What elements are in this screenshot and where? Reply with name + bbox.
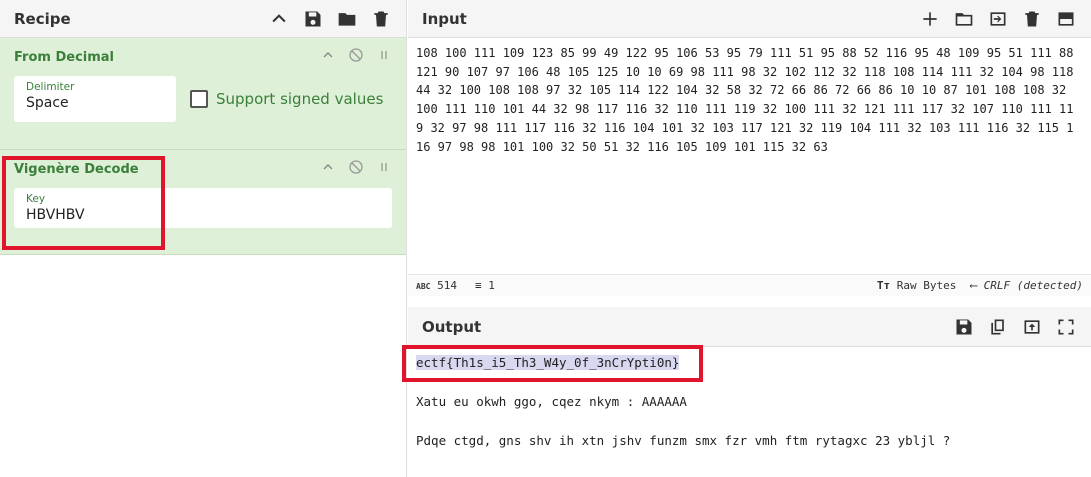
output-line: Pdqe ctgd, gns shv ih xtn jshv funzm smx…: [416, 433, 951, 448]
copy-icon[interactable]: [987, 316, 1009, 338]
key-field[interactable]: Key HBVHBV: [14, 188, 392, 228]
eol-indicator[interactable]: ⟵ CRLF (detected): [970, 279, 1083, 292]
recipe-panel: Recipe From Decimal Delimiter Space Supp…: [0, 0, 407, 477]
input-title: Input: [422, 9, 467, 28]
recipe-header: Recipe: [0, 0, 406, 38]
output-header: Output: [408, 307, 1091, 347]
disable-icon[interactable]: [348, 47, 364, 67]
chevron-up-icon[interactable]: [268, 8, 290, 30]
recipe-title: Recipe: [14, 9, 71, 28]
support-signed-checkbox[interactable]: Support signed values: [190, 90, 383, 108]
pause-icon[interactable]: [376, 47, 392, 67]
operation-title: Vigenère Decode: [14, 161, 139, 177]
recipe-toolbar: [268, 8, 392, 30]
output-title: Output: [422, 317, 482, 336]
operation-header: Vigenère Decode: [0, 150, 406, 188]
operation-from-decimal: From Decimal Delimiter Space Support sig…: [0, 38, 406, 150]
input-toolbar: [919, 8, 1077, 30]
output-line-flag: ectf{Th1s_i5_Th3_W4y_0f_3nCrYpti0n}: [416, 355, 680, 370]
checkbox-label: Support signed values: [216, 90, 384, 108]
trash-icon[interactable]: [370, 8, 392, 30]
char-count: ABC 514: [416, 279, 457, 292]
chevron-up-icon[interactable]: [320, 159, 336, 179]
pause-icon[interactable]: [376, 159, 392, 179]
operation-controls: [320, 159, 392, 179]
save-icon[interactable]: [302, 8, 324, 30]
folder-icon[interactable]: [953, 8, 975, 30]
import-icon[interactable]: [987, 8, 1009, 30]
layout-icon[interactable]: [1055, 8, 1077, 30]
output-toolbar: [953, 316, 1077, 338]
key-label: Key: [26, 193, 46, 205]
chevron-up-icon[interactable]: [320, 47, 336, 67]
line-count: ≡ 1: [474, 279, 495, 292]
operation-controls: [320, 47, 392, 67]
input-panel: Input 108 100 111 109 123 85 99 49 122 9…: [408, 0, 1091, 297]
disable-icon[interactable]: [348, 159, 364, 179]
output-panel: Output ectf{Th1s_i5_Th3_W4y_0f_3nCrYpti0…: [402, 307, 1091, 477]
delimiter-label: Delimiter: [26, 81, 75, 93]
output-text[interactable]: ectf{Th1s_i5_Th3_W4y_0f_3nCrYpti0n} Xatu…: [416, 353, 950, 451]
input-header: Input: [408, 0, 1091, 38]
raw-bytes-toggle[interactable]: Tт Raw Bytes: [877, 279, 956, 292]
input-status-bar: ABC 514 ≡ 1 Tт Raw Bytes ⟵ CRLF (detecte…: [408, 274, 1091, 296]
plus-icon[interactable]: [919, 8, 941, 30]
delimiter-field[interactable]: Delimiter Space: [14, 76, 176, 122]
save-icon[interactable]: [953, 316, 975, 338]
key-value[interactable]: HBVHBV: [26, 207, 380, 223]
operation-header: From Decimal: [0, 38, 406, 76]
input-textarea[interactable]: 108 100 111 109 123 85 99 49 122 95 106 …: [416, 44, 1076, 156]
output-line: Xatu eu okwh ggo, cqez nkym : AAAAAA: [416, 394, 687, 409]
folder-icon[interactable]: [336, 8, 358, 30]
cyberchef-app: Recipe From Decimal Delimiter Space Supp…: [0, 0, 1091, 477]
operation-vigenere-decode: Vigenère Decode Key HBVHBV: [0, 150, 406, 255]
checkbox-box[interactable]: [190, 90, 208, 108]
maximize-icon[interactable]: [1055, 316, 1077, 338]
delimiter-value[interactable]: Space: [26, 95, 164, 111]
replace-input-icon[interactable]: [1021, 316, 1043, 338]
trash-icon[interactable]: [1021, 8, 1043, 30]
operation-title: From Decimal: [14, 49, 115, 65]
